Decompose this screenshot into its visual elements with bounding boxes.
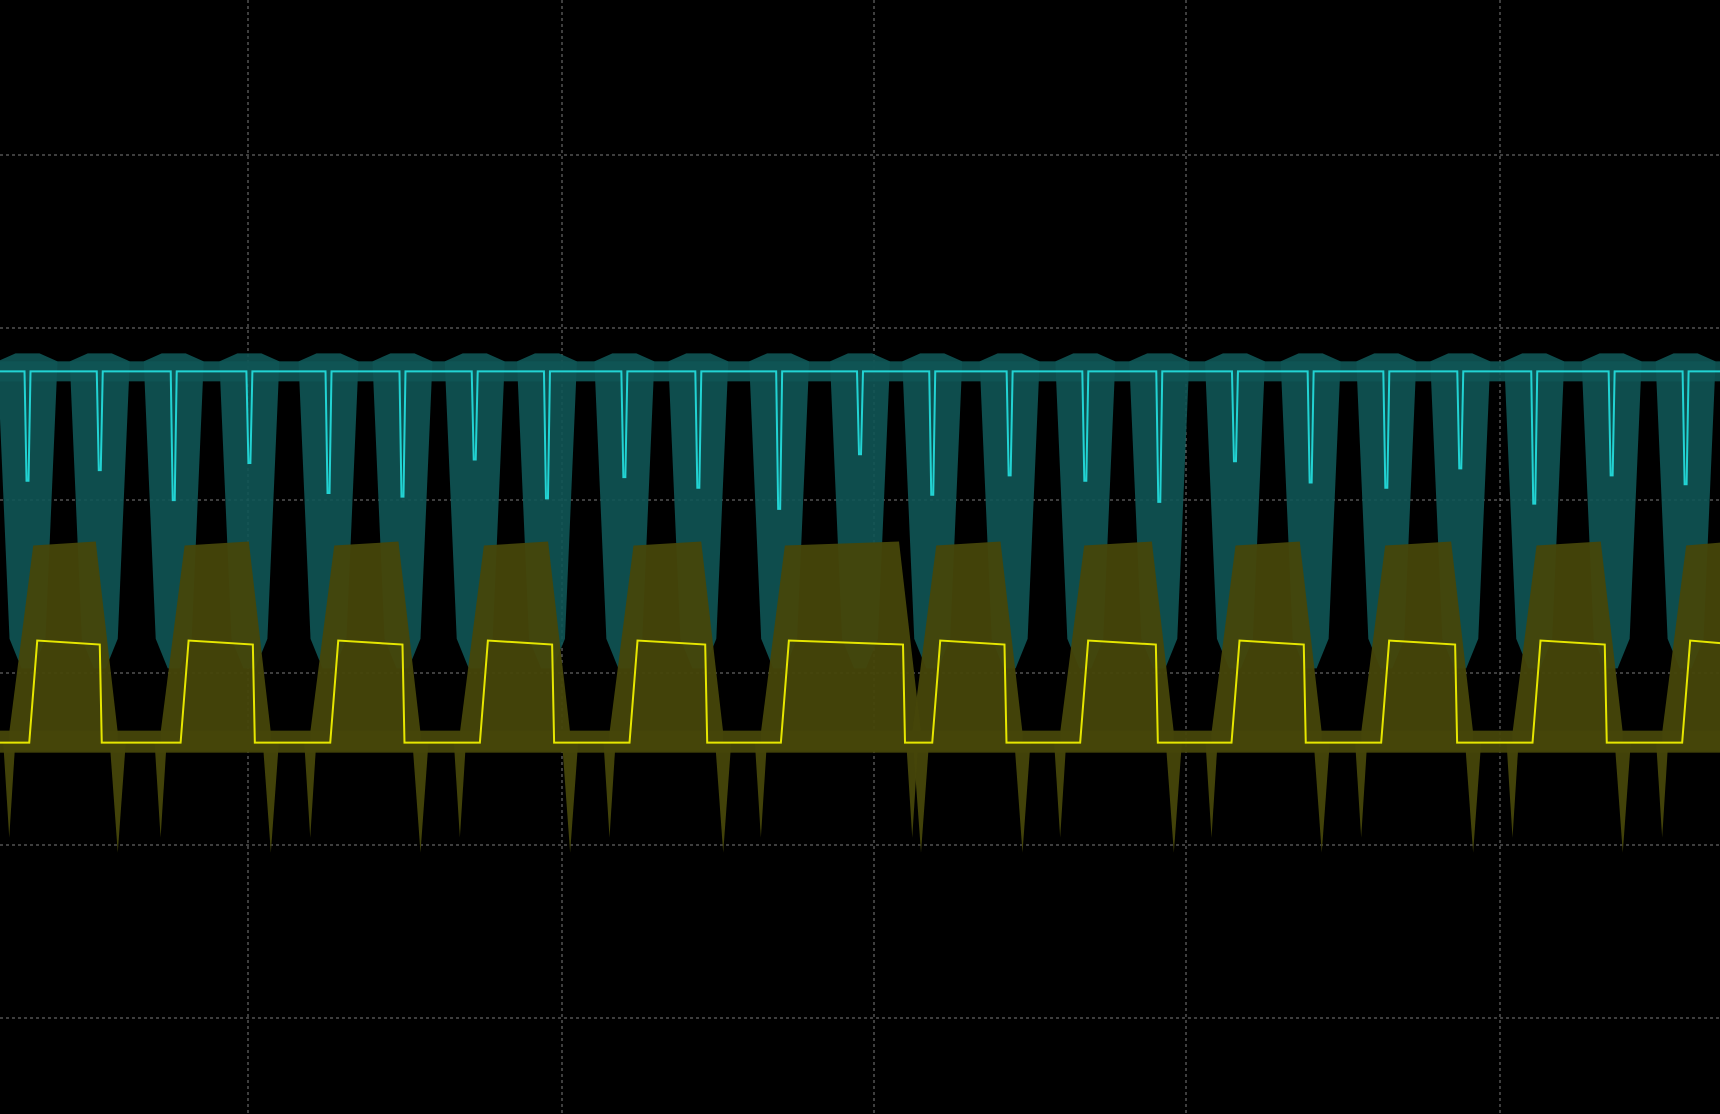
oscilloscope-display (0, 0, 1720, 1114)
waveform-plot (0, 0, 1720, 1114)
yellow-envelope-pulse-5 (760, 541, 921, 751)
